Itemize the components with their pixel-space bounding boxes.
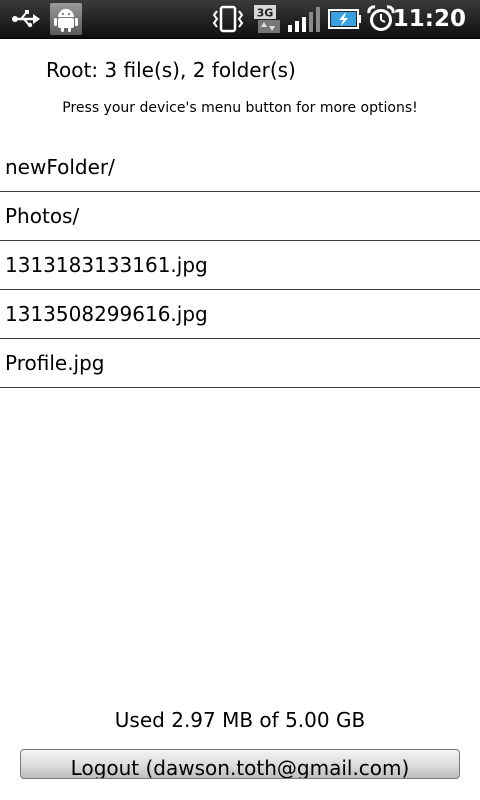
3g-data-icon: 3G <box>252 4 282 34</box>
file-list: newFolder/ Photos/ 1313183133161.jpg 131… <box>0 143 480 388</box>
list-item-label: Profile.jpg <box>5 351 105 375</box>
list-item-label: 1313508299616.jpg <box>5 302 208 326</box>
list-item-file[interactable]: 1313508299616.jpg <box>0 290 480 339</box>
logout-button[interactable]: Logout (dawson.toth@gmail.com) <box>20 749 460 779</box>
list-item-label: newFolder/ <box>5 155 115 179</box>
3g-label: 3G <box>257 7 274 20</box>
alarm-icon <box>366 4 396 34</box>
signal-icon <box>286 4 324 34</box>
menu-hint: Press your device's menu button for more… <box>62 100 418 116</box>
storage-usage: Used 2.97 MB of 5.00 GB <box>114 708 366 732</box>
list-item-folder[interactable]: newFolder/ <box>0 143 480 192</box>
vibrate-icon <box>210 4 246 34</box>
battery-charging-icon <box>328 4 362 34</box>
list-item-label: Photos/ <box>5 204 80 228</box>
usb-icon <box>10 4 42 34</box>
status-bar: 3G 11:20 <box>0 0 480 39</box>
list-item-label: 1313183133161.jpg <box>5 253 208 277</box>
root-summary: Root: 3 file(s), 2 folder(s) <box>46 58 296 82</box>
list-item-file[interactable]: 1313183133161.jpg <box>0 241 480 290</box>
android-debug-icon <box>50 3 82 35</box>
clock: 11:20 <box>392 6 466 32</box>
list-item-folder[interactable]: Photos/ <box>0 192 480 241</box>
list-item-file[interactable]: Profile.jpg <box>0 339 480 388</box>
